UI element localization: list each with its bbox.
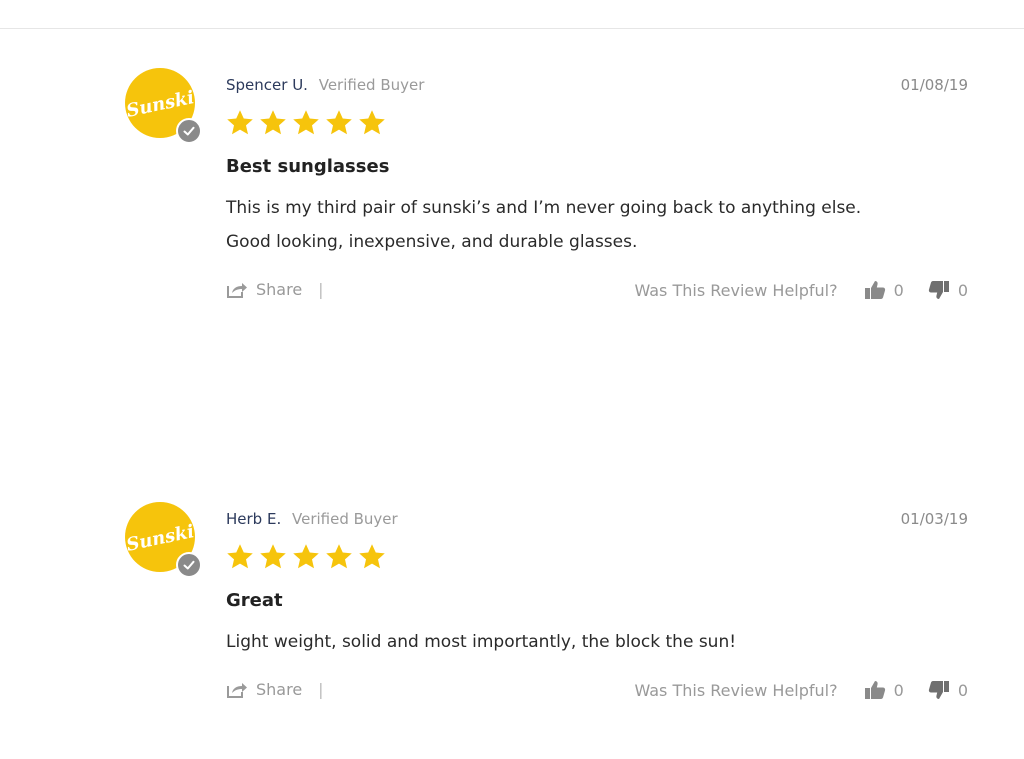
thumbs-up-icon xyxy=(864,681,885,699)
thumbs-up-button[interactable]: 0 xyxy=(864,680,904,700)
helpful-label: Was This Review Helpful? xyxy=(634,680,838,700)
verified-check-icon xyxy=(176,552,202,578)
author-name: Herb E. xyxy=(226,510,282,528)
share-label: Share xyxy=(256,680,303,699)
helpful-label: Was This Review Helpful? xyxy=(634,280,838,300)
helpful-section: Was This Review Helpful? 0 0 xyxy=(634,680,968,700)
thumbs-down-icon xyxy=(928,681,949,699)
thumbs-up-icon xyxy=(864,281,885,299)
star-icon xyxy=(227,110,253,135)
thumbs-up-button[interactable]: 0 xyxy=(864,280,904,300)
star-rating xyxy=(225,542,387,572)
star-icon xyxy=(326,110,352,135)
verified-buyer-badge: Verified Buyer xyxy=(318,76,425,94)
avatar: Sunski xyxy=(125,502,202,578)
star-icon xyxy=(293,544,319,569)
separator: | xyxy=(318,280,324,299)
star-icon xyxy=(326,544,352,569)
separator: | xyxy=(318,680,324,699)
thumbs-down-icon xyxy=(928,281,949,299)
review-meta: Spencer U. Verified Buyer xyxy=(226,76,424,94)
review-body: This is my third pair of sunski’s and I’… xyxy=(226,191,986,259)
review-body: Light weight, solid and most importantly… xyxy=(226,625,986,659)
review-date: 01/03/19 xyxy=(900,510,968,528)
star-icon xyxy=(359,544,385,569)
star-rating xyxy=(225,108,387,138)
review-body-line: This is my third pair of sunski’s and I’… xyxy=(226,198,862,218)
author-name: Spencer U. xyxy=(226,76,308,94)
review-actions: Share | Was This Review Helpful? 0 0 xyxy=(226,280,968,310)
share-icon xyxy=(227,682,247,698)
review-actions: Share | Was This Review Helpful? 0 0 xyxy=(226,680,968,710)
verified-buyer-badge: Verified Buyer xyxy=(292,510,398,528)
review-card: Sunski Herb E. Verified Buyer 01/03/19 G… xyxy=(0,498,1024,758)
verified-check-icon xyxy=(176,118,202,144)
logo-text: Sunski xyxy=(125,87,195,122)
review-title: Great xyxy=(226,590,283,611)
review-card: Sunski Spencer U. Verified Buyer 01/08/1… xyxy=(0,64,1024,324)
star-icon xyxy=(260,544,286,569)
helpful-down-count: 0 xyxy=(957,680,968,700)
share-icon xyxy=(227,282,247,298)
helpful-up-count: 0 xyxy=(893,280,904,300)
share-button[interactable]: Share | xyxy=(226,680,324,699)
thumbs-down-button[interactable]: 0 xyxy=(928,280,968,300)
top-divider xyxy=(0,28,1024,29)
helpful-section: Was This Review Helpful? 0 0 xyxy=(634,280,968,300)
review-body-line: Good looking, inexpensive, and durable g… xyxy=(226,232,638,252)
star-icon xyxy=(359,110,385,135)
star-icon xyxy=(293,110,319,135)
review-title: Best sunglasses xyxy=(226,156,390,177)
helpful-up-count: 0 xyxy=(893,680,904,700)
avatar: Sunski xyxy=(125,68,202,144)
share-label: Share xyxy=(256,280,303,299)
review-body-line: Light weight, solid and most importantly… xyxy=(226,632,737,652)
thumbs-down-button[interactable]: 0 xyxy=(928,680,968,700)
review-meta: Herb E. Verified Buyer xyxy=(226,510,398,528)
review-date: 01/08/19 xyxy=(900,76,968,94)
logo-text: Sunski xyxy=(125,521,195,556)
helpful-down-count: 0 xyxy=(957,280,968,300)
star-icon xyxy=(260,110,286,135)
share-button[interactable]: Share | xyxy=(226,280,324,299)
star-icon xyxy=(227,544,253,569)
